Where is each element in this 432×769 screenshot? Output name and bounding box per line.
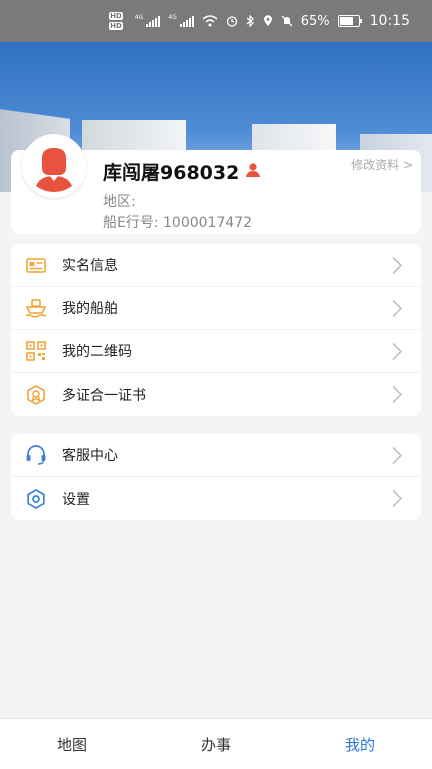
gear-icon [25,488,47,510]
ship-icon [25,297,47,319]
qrcode-icon [25,340,47,362]
menu-item-label: 实名信息 [62,258,118,274]
chevron-right-icon [391,342,403,365]
avatar-person-icon [28,140,80,192]
menu-item-real-name[interactable]: 实名信息 [11,244,421,287]
status-bar: HD HD 4G 4G 65% 10:15 [0,0,432,42]
menu-item-my-ships[interactable]: 我的船舶 [11,287,421,330]
signal-icon: 4G [135,15,161,27]
signal-icon-2: 4G [168,15,194,27]
avatar[interactable] [22,134,86,198]
headset-icon [25,444,47,466]
chevron-right-icon [391,446,403,469]
battery-percent: 65% [300,13,330,29]
wifi-icon [202,15,218,27]
menu-item-label: 客服中心 [62,448,118,464]
hd-indicator: HD HD [109,12,123,30]
menu-item-label: 我的船舶 [62,301,118,317]
menu-item-label: 多证合一证书 [62,387,146,404]
profile-card: 库闯屠968032 修改资料 > 地区: 船E行号: 1000017472 [11,134,421,234]
ship-id-label: 船E行号: 1000017472 [103,215,253,231]
chevron-right-icon [391,489,403,512]
menu-item-settings[interactable]: 设置 [11,477,421,520]
person-icon [245,161,261,183]
certificate-icon [25,384,47,406]
menu-card-2: 客服中心 设置 [11,434,421,520]
bluetooth-icon [246,15,255,27]
tab-mine[interactable]: 我的 [288,719,432,769]
battery-icon [337,15,362,27]
menu-item-qrcode[interactable]: 我的二维码 [11,330,421,373]
menu-item-label: 我的二维码 [62,344,132,360]
chevron-right-icon [391,385,403,408]
menu-card-1: 实名信息 我的船舶 我的二维码 多证合一证书 [11,244,421,416]
id-card-icon [25,254,47,276]
menu-item-certificate[interactable]: 多证合一证书 [11,373,421,416]
username: 库闯屠968032 [103,158,261,185]
location-icon [263,15,273,27]
clock: 10:15 [369,13,410,29]
alarm-icon [226,15,238,27]
chevron-right-icon [391,256,403,279]
edit-profile-link[interactable]: 修改资料 > [351,156,413,173]
tab-services[interactable]: 办事 [144,719,288,769]
username-text: 库闯屠968032 [103,162,240,184]
chevron-right-icon [391,299,403,322]
tab-map[interactable]: 地图 [0,719,144,769]
region-label: 地区: [103,194,136,210]
mute-icon [281,15,293,27]
bottom-tab-bar: 地图 办事 我的 [0,718,432,769]
menu-item-customer-service[interactable]: 客服中心 [11,434,421,477]
menu-item-label: 设置 [62,491,90,508]
